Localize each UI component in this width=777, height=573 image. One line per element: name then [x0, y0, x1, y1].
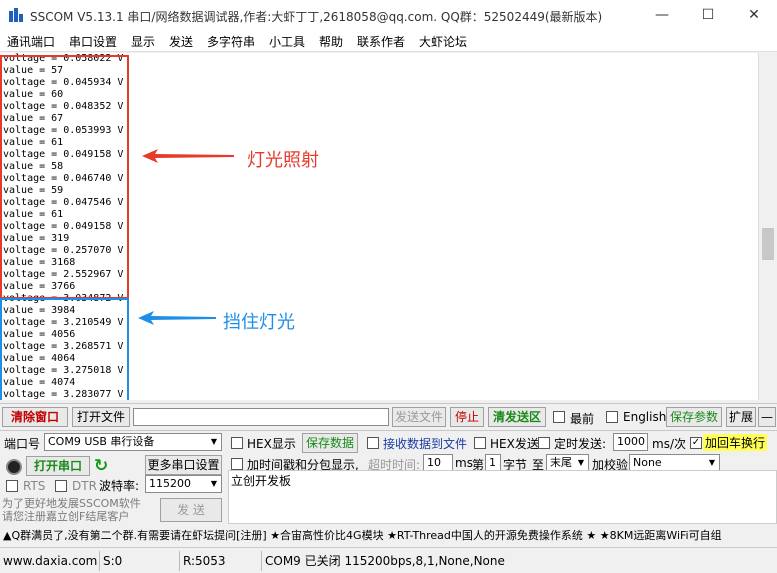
baud-select[interactable]: 115200 ▼ — [145, 475, 222, 493]
collapse-button[interactable]: — — [758, 407, 776, 427]
checksum-select-value: None — [633, 456, 662, 469]
menu-comm-port[interactable]: 通讯端口 — [7, 33, 55, 50]
hex-send-label: HEX发送 — [490, 437, 539, 451]
menu-forum[interactable]: 大虾论坛 — [419, 33, 467, 50]
menu-send[interactable]: 发送 — [169, 33, 193, 50]
more-settings-button[interactable]: 更多串口设置 — [145, 455, 222, 475]
close-icon[interactable]: ✕ — [731, 0, 777, 30]
news-ticker[interactable]: ▲Q群满员了,没有第二个群.有需要请在虾坛提问[注册] ★合宙高性价比4G模块 … — [0, 527, 777, 547]
port-select[interactable]: COM9 USB 串行设备 ▼ — [44, 433, 222, 451]
menu-tools[interactable]: 小工具 — [269, 33, 305, 50]
menu-multi-string[interactable]: 多字符串 — [207, 33, 255, 50]
blue-arrow-icon — [138, 311, 216, 325]
chevron-down-icon: ▼ — [207, 434, 221, 450]
interval-unit-label: ms/次 — [652, 437, 686, 451]
english-checkbox[interactable] — [606, 411, 618, 423]
rts-checkbox[interactable] — [6, 480, 18, 492]
highlight-box-light-blocked — [0, 298, 129, 400]
scrollbar-thumb[interactable] — [762, 228, 774, 260]
open-port-button[interactable]: 打开串口 — [26, 456, 90, 476]
menu-serial-settings[interactable]: 串口设置 — [69, 33, 117, 50]
maximize-icon[interactable]: ☐ — [685, 0, 731, 30]
baud-label: 波特率: — [99, 479, 140, 493]
timed-send-label: 定时发送: — [554, 437, 607, 451]
annotation-light-on: 灯光照射 — [247, 150, 319, 171]
title-bar: SSCOM V5.13.1 串口/网络数据调试器,作者:大虾丁丁,2618058… — [0, 0, 777, 30]
send-textarea[interactable]: 立创开发板 — [228, 470, 777, 524]
expand-button[interactable]: 扩展 — [726, 407, 756, 427]
to-select-value: 末尾 — [550, 456, 572, 469]
clear-send-button[interactable]: 清发送区 — [488, 407, 546, 427]
dtr-label: DTR — [72, 479, 97, 493]
hex-display-label: HEX显示 — [247, 437, 296, 451]
timeout-unit-label: ms — [455, 456, 473, 470]
received-count: R:5053 — [180, 551, 262, 571]
chevron-down-icon: ▼ — [705, 455, 719, 471]
highlight-box-light-on — [0, 55, 129, 299]
app-logo-icon — [8, 7, 24, 23]
baud-select-value: 115200 — [149, 477, 191, 490]
hex-display-checkbox[interactable] — [231, 437, 243, 449]
port-label: 端口号 — [4, 437, 41, 451]
clear-window-button[interactable]: 清除窗口 — [2, 407, 68, 427]
terminal-scrollbar[interactable] — [758, 53, 777, 400]
hex-send-checkbox[interactable] — [474, 437, 486, 449]
file-path-input[interactable] — [133, 408, 389, 426]
timestamp-checkbox[interactable] — [231, 458, 243, 470]
save-params-button[interactable]: 保存参数 — [666, 407, 722, 427]
timed-send-checkbox[interactable] — [538, 437, 550, 449]
menu-bar: 通讯端口 串口设置 显示 发送 多字符串 小工具 帮助 联系作者 大虾论坛 — [0, 30, 777, 52]
save-data-button[interactable]: 保存数据 — [302, 433, 358, 453]
receive-terminal[interactable]: voltage = 0.058022 Vvalue = 57 voltage = … — [0, 53, 758, 400]
send-text: 立创开发板 — [231, 474, 292, 488]
rts-label: RTS — [23, 479, 46, 493]
chevron-down-icon: ▼ — [207, 476, 221, 492]
port-state: COM9 已关闭 115200bps,8,1,None,None — [265, 554, 505, 568]
add-crlf-checkbox[interactable]: ✓ — [690, 437, 702, 449]
red-arrow-icon — [142, 149, 234, 163]
recv-to-file-checkbox[interactable] — [367, 437, 379, 449]
window-title: SSCOM V5.13.1 串口/网络数据调试器,作者:大虾丁丁,2618058… — [30, 10, 603, 24]
status-bar: www.daxia.com S:0 R:5053 COM9 已关闭 115200… — [0, 547, 777, 573]
port-status-icon — [6, 459, 22, 475]
topmost-checkbox[interactable] — [553, 411, 565, 423]
menu-help[interactable]: 帮助 — [319, 33, 343, 50]
recv-to-file-label: 接收数据到文件 — [383, 437, 468, 451]
dtr-checkbox[interactable] — [55, 480, 67, 492]
menu-contact[interactable]: 联系作者 — [357, 33, 405, 50]
add-crlf-label: 加回车换行 — [703, 434, 768, 451]
english-label: English — [623, 410, 667, 424]
interval-input[interactable]: 1000 — [613, 433, 648, 451]
send-file-button[interactable]: 发送文件 — [392, 407, 446, 427]
refresh-icon[interactable]: ↻ — [94, 456, 114, 476]
topmost-label: 最前 — [570, 412, 595, 426]
minimize-icon[interactable]: — — [639, 0, 685, 30]
port-select-value: COM9 USB 串行设备 — [48, 435, 155, 448]
menu-display[interactable]: 显示 — [131, 33, 155, 50]
promo-text[interactable]: 为了更好地发展SSCOM软件 请您注册嘉立创F结尾客户 — [2, 497, 152, 523]
sent-count: S:0 — [100, 551, 180, 571]
chevron-down-icon: ▼ — [574, 455, 588, 471]
stop-button[interactable]: 停止 — [450, 407, 484, 427]
toolbar: 清除窗口 打开文件 发送文件 停止 清发送区 最前 English 保存参数 扩… — [0, 405, 777, 429]
send-button[interactable]: 发 送 — [160, 498, 222, 522]
open-file-button[interactable]: 打开文件 — [72, 407, 130, 427]
website-link[interactable]: www.daxia.com — [0, 551, 100, 571]
annotation-light-blocked: 挡住灯光 — [223, 312, 295, 333]
